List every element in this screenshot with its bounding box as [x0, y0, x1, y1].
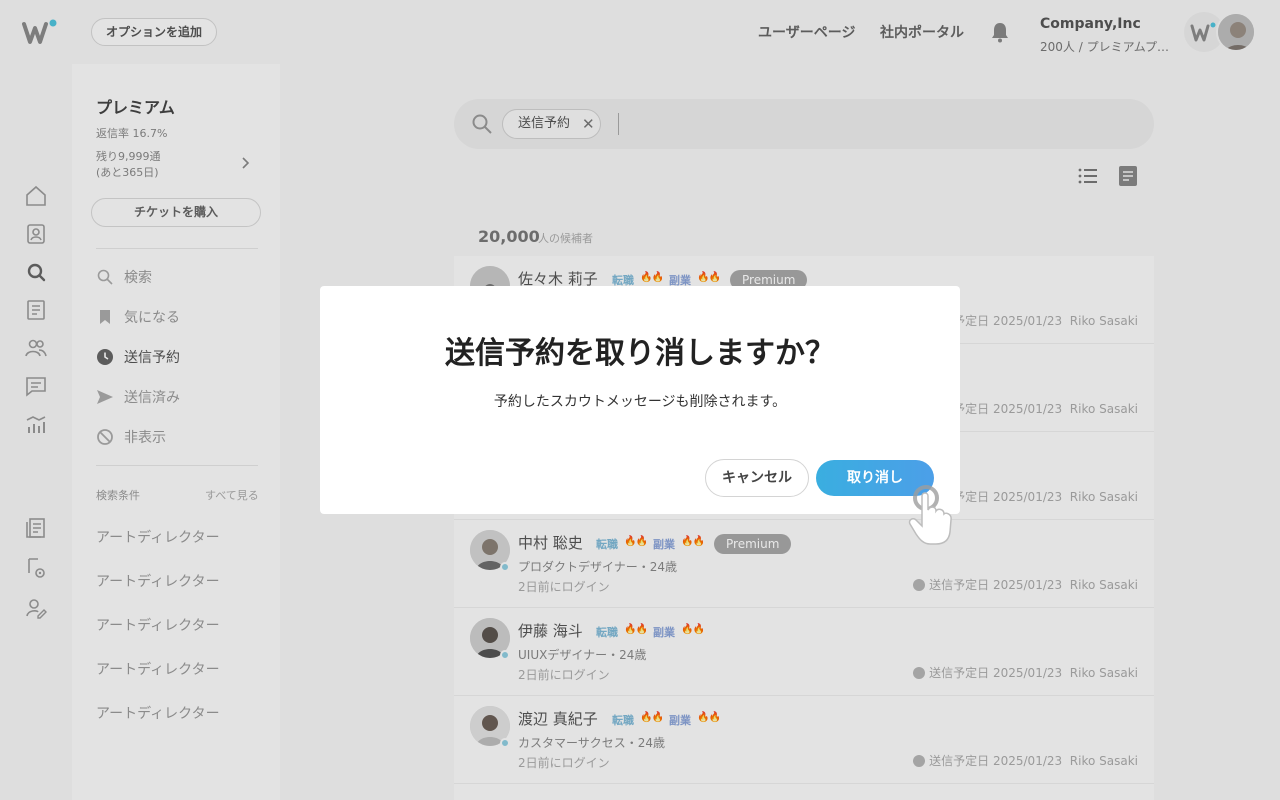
hand-cursor-icon — [908, 485, 952, 545]
confirm-dialog: 送信予約を取り消しますか？ 予約したスカウトメッセージも削除されます。 キャンセ… — [320, 286, 960, 514]
dialog-title: 送信予約を取り消しますか？ — [445, 336, 835, 371]
dialog-message: 予約したスカウトメッセージも削除されます。 — [493, 394, 787, 410]
cancel-button[interactable]: キャンセル — [705, 459, 809, 497]
